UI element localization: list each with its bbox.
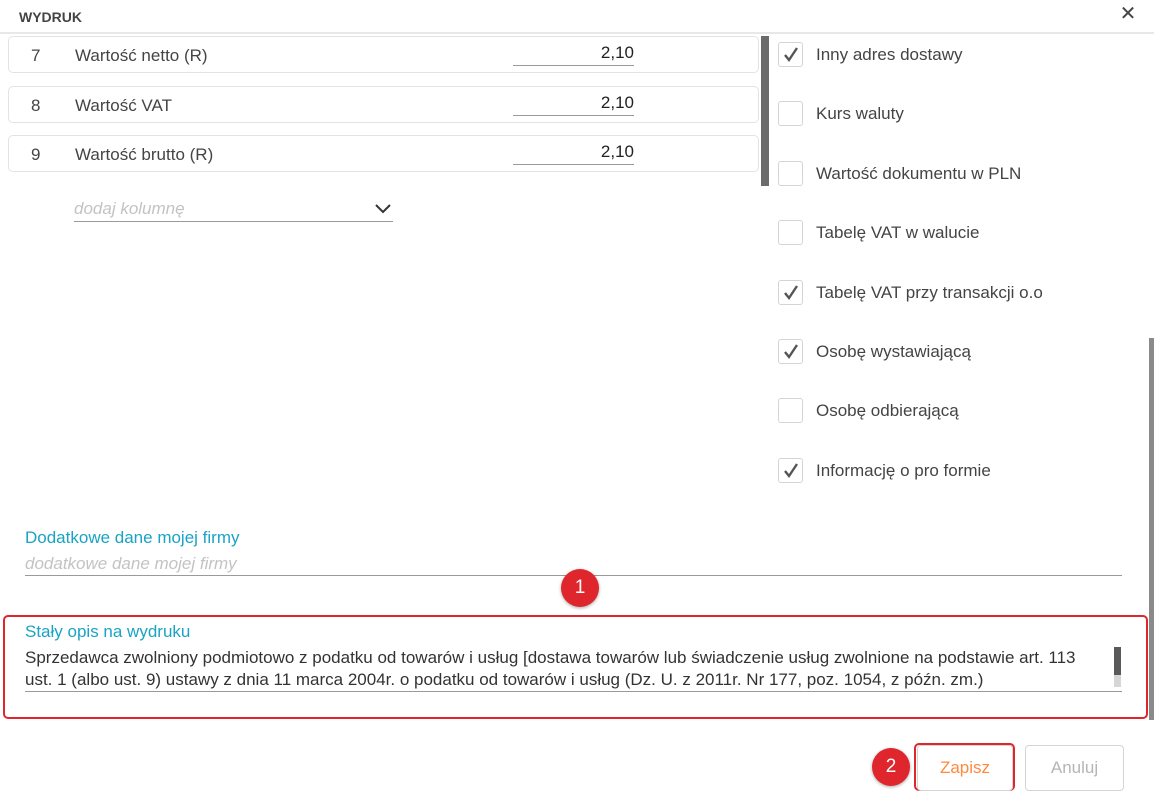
column-label: Wartość brutto (R) — [75, 145, 214, 164]
column-label: Wartość VAT — [75, 96, 172, 115]
checkbox[interactable] — [778, 280, 803, 305]
chevron-down-icon — [375, 204, 391, 214]
column-value-input[interactable]: 2,10 — [513, 140, 634, 165]
option-label: Informację o pro formie — [816, 461, 991, 480]
checkbox[interactable] — [778, 101, 803, 126]
option-label: Tabelę VAT przy transakcji o.o — [816, 283, 1043, 302]
option-label: Tabelę VAT w walucie — [816, 223, 980, 242]
cancel-button[interactable]: Anuluj — [1025, 745, 1124, 791]
annotation-badge-2: 2 — [872, 748, 910, 786]
option-label: Inny adres dostawy — [816, 45, 963, 64]
column-number: 9 — [31, 145, 41, 164]
checkbox[interactable] — [778, 398, 803, 423]
extra-company-label: Dodatkowe dane mojej firmy — [25, 528, 240, 547]
column-row: 7 Wartość netto (R) 2,10 — [8, 36, 759, 73]
dialog-header: WYDRUK ✕ — [0, 0, 1154, 34]
checkbox[interactable] — [778, 220, 803, 245]
checkbox[interactable] — [778, 458, 803, 483]
fixed-description-underline — [25, 691, 1122, 692]
column-row: 9 Wartość brutto (R) 2,10 — [8, 135, 759, 172]
option-label: Osobę wystawiającą — [816, 342, 971, 361]
fixed-description-textarea[interactable]: Sprzedawca zwolniony podmiotowo z podatk… — [25, 647, 1095, 691]
save-button[interactable]: Zapisz — [917, 745, 1013, 791]
check-icon — [784, 285, 798, 301]
checkbox[interactable] — [778, 42, 803, 67]
add-column-dropdown[interactable]: dodaj kolumnę — [74, 197, 393, 222]
column-number: 8 — [31, 96, 41, 115]
checkbox[interactable] — [778, 161, 803, 186]
column-value-input[interactable]: 2,10 — [513, 41, 634, 66]
check-icon — [784, 344, 798, 360]
close-icon[interactable]: ✕ — [1118, 4, 1138, 24]
column-value-input[interactable]: 2,10 — [513, 91, 634, 116]
dialog-title: WYDRUK — [19, 9, 82, 25]
checkbox[interactable] — [778, 339, 803, 364]
fixed-description-label: Stały opis na wydruku — [25, 622, 191, 641]
textarea-scrollbar[interactable] — [1114, 647, 1121, 687]
column-row: 8 Wartość VAT 2,10 — [8, 86, 759, 123]
add-column-placeholder: dodaj kolumnę — [74, 199, 185, 218]
column-label: Wartość netto (R) — [75, 46, 208, 65]
option-label: Kurs waluty — [816, 104, 904, 123]
column-number: 7 — [31, 46, 41, 65]
extra-company-input[interactable]: dodatkowe dane mojej firmy — [25, 554, 237, 574]
check-icon — [784, 463, 798, 479]
annotation-badge-1: 1 — [561, 569, 599, 607]
scrollbar-thumb[interactable] — [1114, 647, 1121, 675]
dialog-scrollbar[interactable] — [1149, 338, 1154, 720]
check-icon — [784, 47, 798, 63]
option-label: Wartość dokumentu w PLN — [816, 164, 1022, 183]
columns-scrollbar[interactable] — [761, 36, 769, 186]
option-label: Osobę odbierającą — [816, 401, 959, 420]
